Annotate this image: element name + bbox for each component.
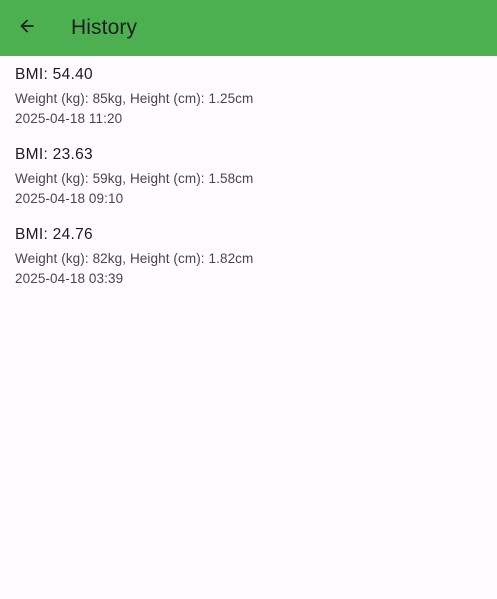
record-timestamp: 2025-04-18 11:20 [15, 111, 123, 126]
record-timestamp: 2025-04-18 09:10 [15, 191, 124, 206]
app-bar: History [0, 0, 497, 56]
record-timestamp: 2025-04-18 03:39 [15, 271, 124, 286]
history-list-item[interactable]: BMI: 54.40 Weight (kg): 85kg, Height (cm… [0, 56, 497, 136]
history-list-item[interactable]: BMI: 23.63 Weight (kg): 59kg, Height (cm… [0, 136, 497, 216]
history-list-item[interactable]: BMI: 24.76 Weight (kg): 82kg, Height (cm… [0, 216, 497, 296]
page-title: History [71, 16, 138, 39]
bmi-value: BMI: 23.63 [15, 146, 93, 163]
measurement-details: Weight (kg): 82kg, Height (cm): 1.82cm [15, 251, 254, 266]
bmi-value: BMI: 24.76 [15, 226, 93, 243]
arrow-back-icon [17, 16, 37, 41]
bmi-value: BMI: 54.40 [15, 66, 93, 83]
back-button[interactable] [11, 12, 43, 44]
history-list: BMI: 54.40 Weight (kg): 85kg, Height (cm… [0, 56, 497, 296]
measurement-details: Weight (kg): 59kg, Height (cm): 1.58cm [15, 171, 254, 186]
measurement-details: Weight (kg): 85kg, Height (cm): 1.25cm [15, 91, 254, 106]
